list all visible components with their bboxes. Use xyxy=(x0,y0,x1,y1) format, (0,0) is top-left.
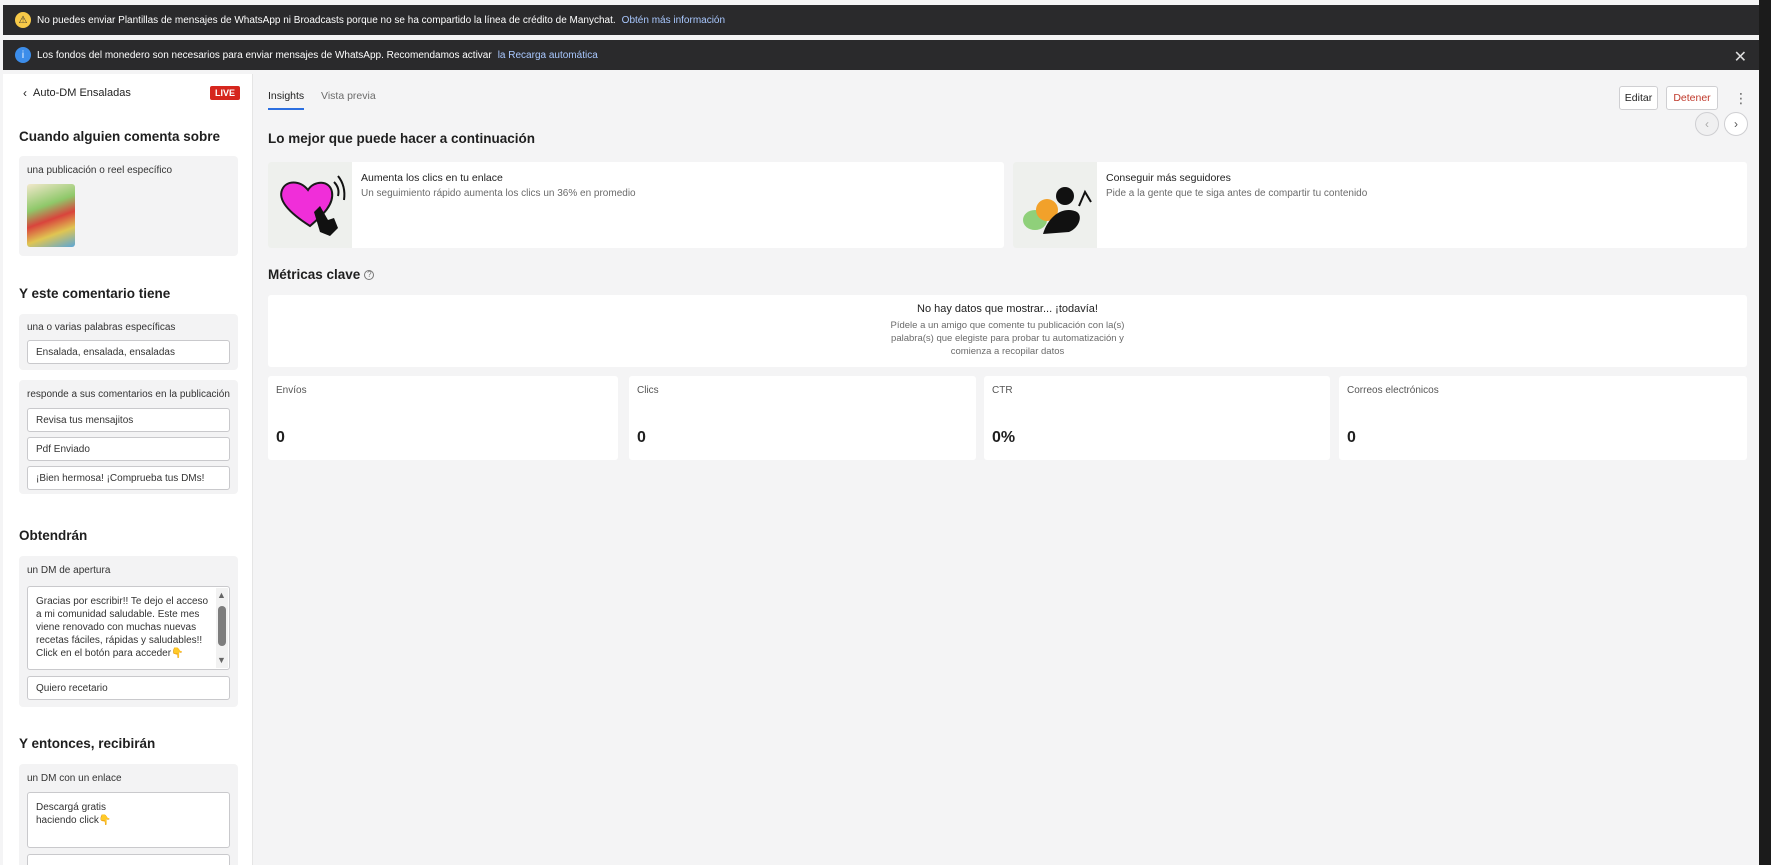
empty-state-title: No hay datos que mostrar... ¡todavía! xyxy=(917,303,1098,315)
metric-label: CTR xyxy=(992,385,1013,396)
tab-insights[interactable]: Insights xyxy=(268,90,305,110)
automation-name: Auto-DM Ensaladas xyxy=(33,87,131,99)
keywords-section-title: Y este comentario tiene xyxy=(19,286,171,301)
scroll-up-icon[interactable]: ▲ xyxy=(217,589,226,602)
link-dm-message[interactable]: Descargá gratis haciendo click👇 xyxy=(27,792,230,848)
metric-value: 0 xyxy=(276,429,285,446)
stop-button[interactable]: Detener xyxy=(1666,86,1718,110)
followers-illustration xyxy=(1013,162,1097,248)
wallet-info-text: Los fondos del monedero son necesarios p… xyxy=(37,49,492,61)
reply-item[interactable]: Revisa tus mensajitos xyxy=(27,408,230,432)
whatsapp-warning-banner: ⚠ No puedes enviar Plantillas de mensaje… xyxy=(3,5,1759,35)
metric-card-clicks: Clics 0 xyxy=(629,376,976,460)
live-badge: LIVE xyxy=(210,86,241,100)
key-metrics-title: Métricas clave xyxy=(268,267,361,282)
insights-panel: Insights Vista previa Editar Detener ⋮ L… xyxy=(254,74,1759,865)
link-dm-section-title: Y entonces, recibirán xyxy=(19,736,156,751)
suggestion-description: Pide a la gente que te siga antes de com… xyxy=(1106,188,1368,199)
message-scrollbar[interactable]: ▲ ▼ xyxy=(216,588,228,668)
scroll-down-icon[interactable]: ▼ xyxy=(217,654,226,667)
metric-card-sends: Envíos 0 xyxy=(268,376,618,460)
keywords-card[interactable]: una o varias palabras específicas Ensala… xyxy=(19,314,238,370)
opening-dm-message[interactable]: Gracias por escribir!! Te dejo el acceso… xyxy=(27,586,230,670)
heart-click-illustration xyxy=(268,162,352,248)
metric-value: 0 xyxy=(1347,429,1356,446)
suggestion-description: Un seguimiento rápido aumenta los clics … xyxy=(361,188,636,199)
replies-label: responde a sus comentarios en la publica… xyxy=(27,389,230,400)
metric-label: Correos electrónicos xyxy=(1347,385,1439,396)
metric-value: 0% xyxy=(992,429,1016,446)
tab-preview[interactable]: Vista previa xyxy=(321,90,376,108)
wallet-info-banner: i Los fondos del monedero son necesarios… xyxy=(3,40,1759,70)
carousel-prev-button[interactable]: ‹ xyxy=(1695,112,1719,136)
opening-dm-button[interactable]: Quiero recetario xyxy=(27,676,230,700)
opening-dm-label: un DM de apertura xyxy=(27,565,111,576)
info-icon: i xyxy=(15,47,31,63)
close-icon[interactable]: ✕ xyxy=(1734,47,1747,67)
more-options-icon[interactable]: ⋮ xyxy=(1734,90,1748,107)
empty-state: No hay datos que mostrar... ¡todavía! Pí… xyxy=(268,295,1747,367)
metric-card-emails: Correos electrónicos 0 xyxy=(1339,376,1747,460)
suggestion-card-clicks[interactable]: Aumenta los clics en tu enlace Un seguim… xyxy=(268,162,1004,248)
link-dm-button[interactable] xyxy=(27,854,230,865)
chevron-left-icon: ‹ xyxy=(23,86,27,100)
opening-section-title: Obtendrán xyxy=(19,528,88,543)
replies-card[interactable]: responde a sus comentarios en la publica… xyxy=(19,380,238,494)
metric-value: 0 xyxy=(637,429,646,446)
link-dm-card[interactable]: un DM con un enlace Descargá gratis haci… xyxy=(19,764,238,865)
keywords-label: una o varias palabras específicas xyxy=(27,322,176,333)
help-icon[interactable]: ? xyxy=(364,269,375,280)
back-button[interactable]: ‹ Auto-DM Ensaladas xyxy=(23,86,131,100)
edit-button[interactable]: Editar xyxy=(1619,86,1658,110)
metric-card-ctr: CTR 0% xyxy=(984,376,1330,460)
reply-item[interactable]: Pdf Enviado xyxy=(27,437,230,461)
warning-icon: ⚠ xyxy=(15,12,31,28)
whatsapp-warning-text: No puedes enviar Plantillas de mensajes … xyxy=(37,14,616,26)
automation-sidebar: ‹ Auto-DM Ensaladas LIVE Cuando alguien … xyxy=(3,74,253,865)
suggestion-title: Conseguir más seguidores xyxy=(1106,172,1231,184)
trigger-card[interactable]: una publicación o reel específico xyxy=(19,156,238,256)
post-thumbnail[interactable] xyxy=(27,184,75,247)
opening-dm-text: Gracias por escribir!! Te dejo el acceso… xyxy=(36,596,209,659)
auto-recharge-link[interactable]: la Recarga automática xyxy=(498,50,598,61)
carousel-next-button[interactable]: › xyxy=(1724,112,1748,136)
link-dm-label: un DM con un enlace xyxy=(27,773,122,784)
opening-dm-card[interactable]: un DM de apertura Gracias por escribir!!… xyxy=(19,556,238,707)
suggestion-card-followers[interactable]: Conseguir más seguidores Pide a la gente… xyxy=(1013,162,1747,248)
suggestion-title: Aumenta los clics en tu enlace xyxy=(361,172,503,184)
metric-label: Clics xyxy=(637,385,659,396)
scroll-thumb[interactable] xyxy=(218,606,226,646)
link-dm-text: Descargá gratis haciendo click👇 xyxy=(36,802,112,826)
metric-label: Envíos xyxy=(276,385,307,396)
learn-more-link[interactable]: Obtén más información xyxy=(622,15,725,26)
trigger-section-title: Cuando alguien comenta sobre xyxy=(19,129,221,144)
window-edge xyxy=(1759,0,1771,865)
trigger-label: una publicación o reel específico xyxy=(27,165,173,176)
next-steps-title: Lo mejor que puede hacer a continuación xyxy=(268,131,536,146)
empty-state-description: Pídele a un amigo que comente tu publica… xyxy=(890,320,1125,357)
key-metrics-header: Métricas clave ? xyxy=(268,267,375,282)
reply-item[interactable]: ¡Bien hermosa! ¡Comprueba tus DMs! xyxy=(27,466,230,490)
keywords-field[interactable]: Ensalada, ensalada, ensaladas xyxy=(27,340,230,364)
